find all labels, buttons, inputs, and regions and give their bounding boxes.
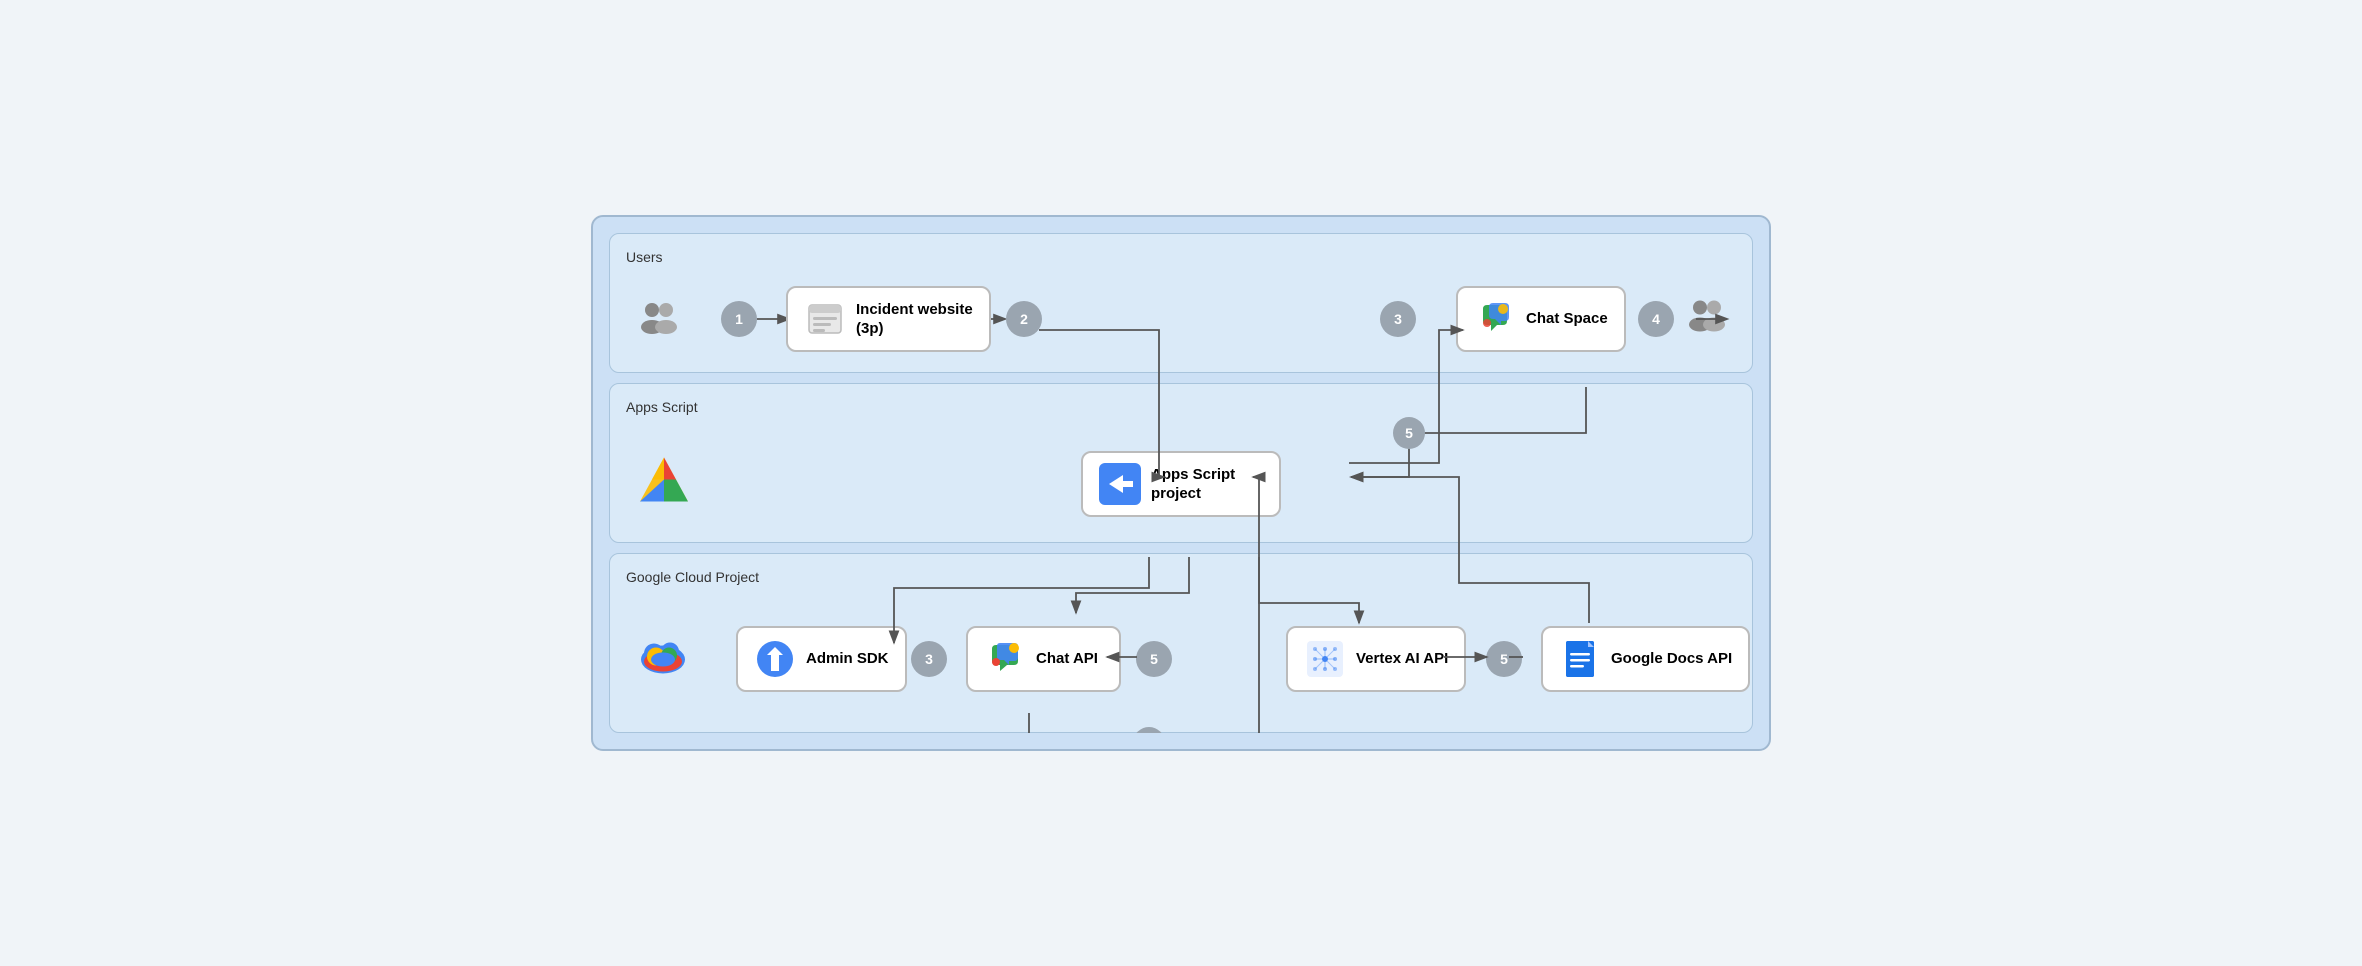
google-cloud-row: Google Cloud Project xyxy=(609,553,1753,733)
diagram-container: Users 1 xyxy=(591,215,1771,751)
vertex-ai-label: Vertex AI API xyxy=(1356,649,1448,669)
users-row: Users 1 xyxy=(609,233,1753,373)
apps-script-project-icon xyxy=(1099,463,1141,505)
apps-script-project-label: Apps Script project xyxy=(1151,465,1235,504)
apps-script-row-label: Apps Script xyxy=(626,398,1736,416)
admin-sdk-label: Admin SDK xyxy=(806,649,889,669)
chat-api-label: Chat API xyxy=(1036,649,1098,669)
badge-3-left: 3 xyxy=(911,641,947,677)
users-node-left xyxy=(636,297,680,341)
full-diagram: Users 1 xyxy=(609,233,1753,733)
apps-script-row: Apps Script xyxy=(609,383,1753,543)
vertex-icon-svg xyxy=(1305,639,1345,679)
users-left-icon xyxy=(636,297,680,341)
google-docs-api-label: Google Docs API xyxy=(1611,649,1732,669)
admin-icon xyxy=(755,639,795,679)
google-docs-api-node: Google Docs API xyxy=(1541,626,1750,692)
google-cloud-logo xyxy=(636,630,690,684)
admin-sdk-icon xyxy=(754,638,796,680)
badge-1: 1 xyxy=(721,301,757,337)
google-docs-icon xyxy=(1559,638,1601,680)
chat-space-label: Chat Space xyxy=(1526,309,1608,329)
badge-3-upper: 3 xyxy=(1380,301,1416,337)
chat-api-icon xyxy=(984,638,1026,680)
vertex-ai-icon xyxy=(1304,638,1346,680)
google-cloud-row-label: Google Cloud Project xyxy=(626,568,1736,586)
incident-website-label: Incident website (3p) xyxy=(856,300,973,339)
chat-space-icon xyxy=(1474,298,1516,340)
incident-website-icon xyxy=(804,298,846,340)
apps-script-logo xyxy=(636,454,692,510)
admin-sdk-node: Admin SDK xyxy=(736,626,907,692)
docs-icon-svg xyxy=(1560,639,1600,679)
incident-website-node: Incident website (3p) xyxy=(786,286,991,352)
arrow-box-icon xyxy=(1099,463,1141,505)
users-row-label: Users xyxy=(626,248,1736,266)
chat-space-node: Chat Space xyxy=(1456,286,1626,352)
users-right-icon xyxy=(1684,295,1728,339)
badge-5-mid: 5 xyxy=(1136,641,1172,677)
chat-api-node: Chat API xyxy=(966,626,1121,692)
chat-icon xyxy=(1475,299,1515,339)
vertex-ai-node: Vertex AI API xyxy=(1286,626,1466,692)
badge-4: 4 xyxy=(1638,301,1674,337)
page-icon xyxy=(805,299,845,339)
apps-script-project-node: Apps Script project xyxy=(1081,451,1281,517)
badge-2: 2 xyxy=(1006,301,1042,337)
badge-5-right: 5 xyxy=(1486,641,1522,677)
chat-api-icon-svg xyxy=(985,639,1025,679)
